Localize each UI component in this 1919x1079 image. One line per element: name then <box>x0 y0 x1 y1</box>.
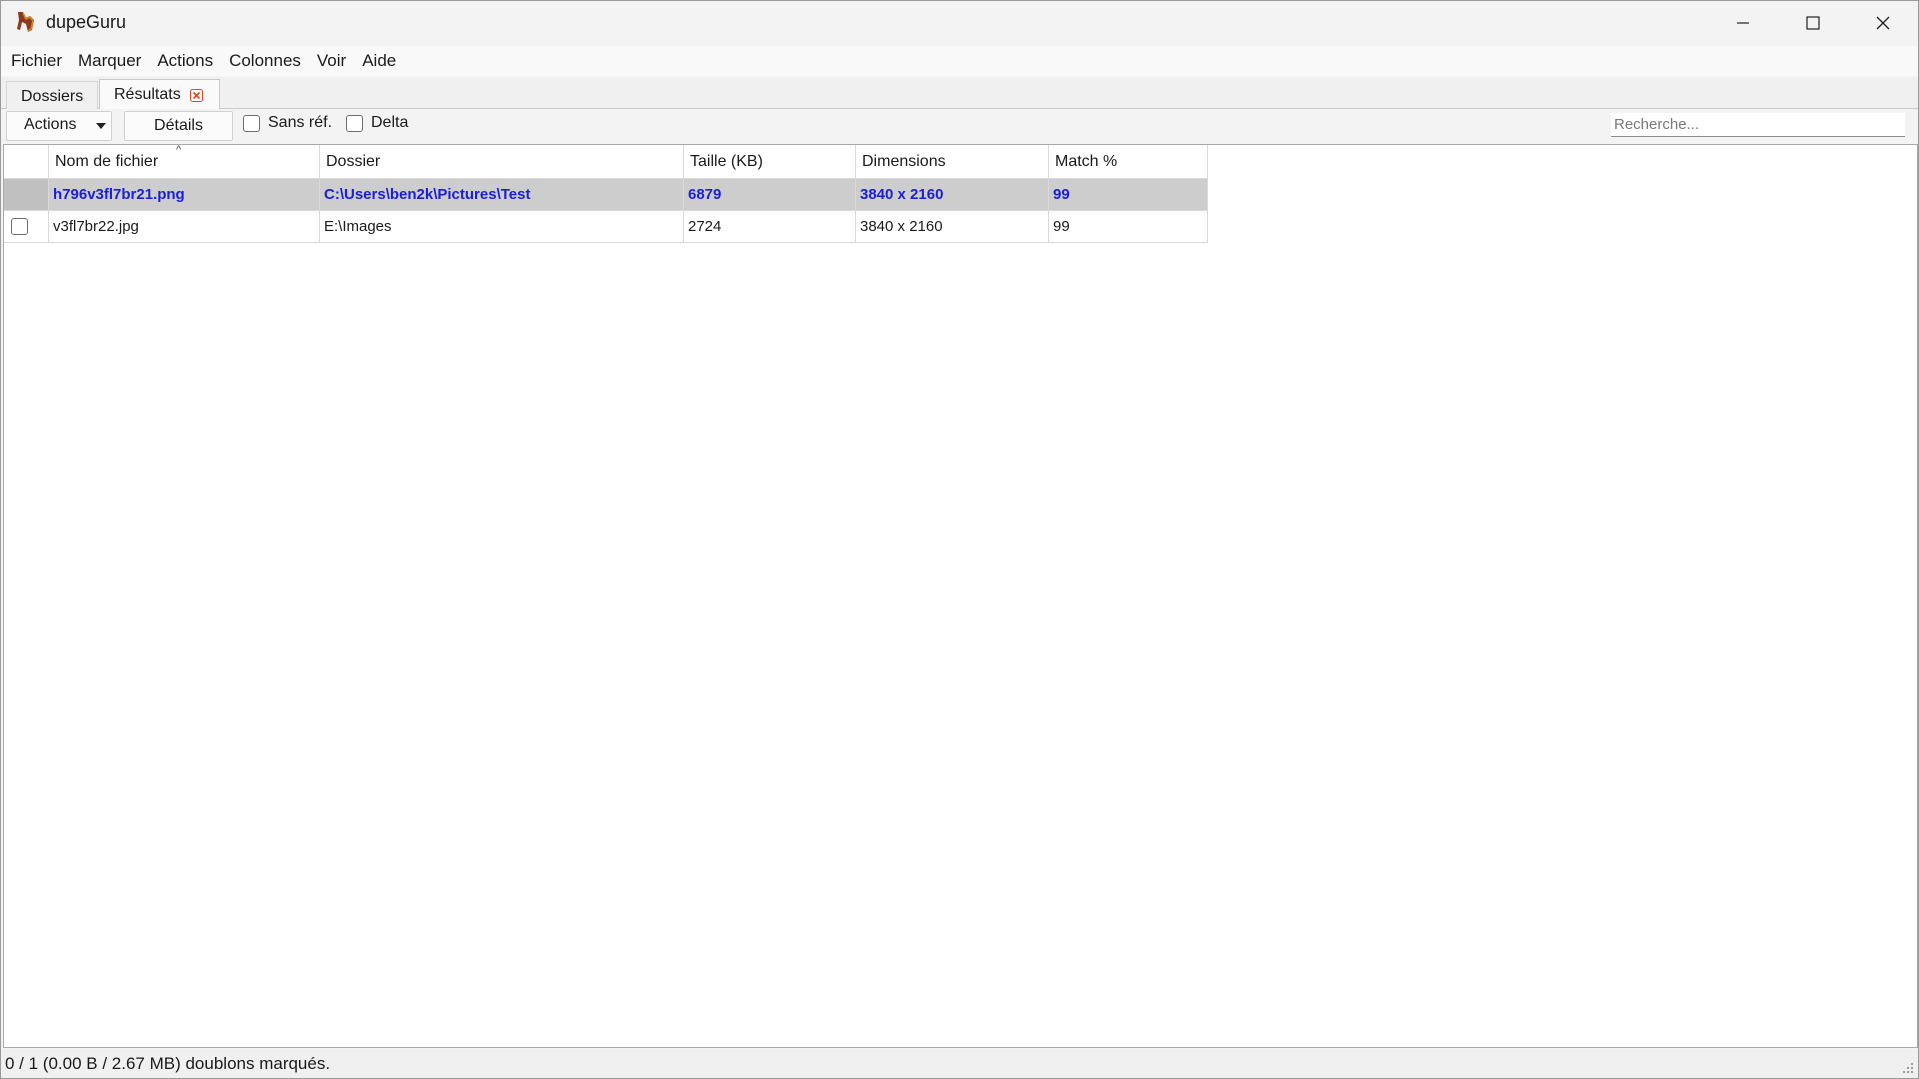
sans-ref-label: Sans réf. <box>268 114 333 131</box>
dupeguru-logo-icon <box>17 12 34 32</box>
row-checkbox[interactable] <box>11 218 28 235</box>
cell-size: 6879 <box>683 178 856 211</box>
cell-dimensions: 3840 x 2160 <box>855 210 1049 243</box>
actions-dropdown-label: Actions <box>24 116 77 133</box>
cell-name: h796v3fl7br21.png <box>48 178 320 211</box>
sans-ref-checkbox[interactable] <box>243 114 260 132</box>
header-dossier-label: Dossier <box>326 152 381 170</box>
tab-dossiers-label: Dossiers <box>21 88 84 105</box>
header-taille-label: Taille (KB) <box>690 152 763 170</box>
delta-label: Delta <box>371 114 409 131</box>
actions-dropdown[interactable]: Actions <box>6 111 112 141</box>
menu-voir[interactable]: Voir <box>309 46 354 76</box>
table-row-reference[interactable]: h796v3fl7br21.png C:\Users\ben2k\Picture… <box>4 178 1208 211</box>
close-icon <box>1876 16 1890 30</box>
cell-folder: E:\Images <box>319 210 684 243</box>
menu-marquer[interactable]: Marquer <box>70 46 149 76</box>
table-row[interactable]: v3fl7br22.jpg E:\Images 2724 3840 x 2160… <box>4 210 1208 243</box>
maximize-icon <box>1806 16 1820 30</box>
tab-resultats-label: Résultats <box>114 86 181 103</box>
sans-ref-option[interactable]: Sans réf. <box>243 114 332 132</box>
sort-ascending-icon: ^ <box>176 144 182 156</box>
minimize-button[interactable] <box>1708 1 1778 45</box>
status-bar: 0 / 1 (0.00 B / 2.67 MB) doublons marqué… <box>1 1049 1918 1078</box>
resize-grip-icon[interactable] <box>1902 1062 1914 1074</box>
dropdown-caret-icon <box>96 123 106 129</box>
cell-dimensions: 3840 x 2160 <box>855 178 1049 211</box>
header-checkbox-column[interactable] <box>4 145 49 179</box>
menu-aide[interactable]: Aide <box>354 46 404 76</box>
header-dossier[interactable]: Dossier <box>319 145 684 179</box>
cell-folder: C:\Users\ben2k\Pictures\Test <box>319 178 684 211</box>
delta-checkbox[interactable] <box>346 114 363 132</box>
menu-bar: Fichier Marquer Actions Colonnes Voir Ai… <box>1 46 1918 76</box>
results-table-area: ^ Nom de fichier Dossier Taille (KB) Dim… <box>3 144 1918 1048</box>
cell-match: 99 <box>1048 210 1208 243</box>
header-nom-de-fichier-label: Nom de fichier <box>55 152 159 170</box>
tab-dossiers[interactable]: Dossiers <box>6 81 99 109</box>
cell-name: v3fl7br22.jpg <box>48 210 320 243</box>
row-checkbox-cell <box>4 210 49 243</box>
results-toolbar: Actions Détails Sans réf. Delta <box>1 109 1918 143</box>
tab-resultats[interactable]: Résultats <box>99 79 220 111</box>
window-title: dupeGuru <box>46 12 127 32</box>
menu-actions[interactable]: Actions <box>149 46 221 76</box>
tab-bar: Dossiers Résultats <box>1 77 1918 111</box>
menu-colonnes[interactable]: Colonnes <box>221 46 309 76</box>
cell-size: 2724 <box>683 210 856 243</box>
minimize-icon <box>1737 22 1749 24</box>
close-button[interactable] <box>1848 1 1918 45</box>
menu-fichier[interactable]: Fichier <box>1 46 70 76</box>
header-dimensions-label: Dimensions <box>862 152 946 170</box>
app-window: dupeGuru Fichier Marquer Actions Colonne… <box>0 0 1919 1079</box>
header-dimensions[interactable]: Dimensions <box>855 145 1049 179</box>
table-header-row: ^ Nom de fichier Dossier Taille (KB) Dim… <box>4 144 1208 179</box>
maximize-button[interactable] <box>1778 1 1848 45</box>
header-match-label: Match % <box>1055 152 1118 170</box>
results-table: ^ Nom de fichier Dossier Taille (KB) Dim… <box>4 144 1208 243</box>
details-button[interactable]: Détails <box>124 111 233 141</box>
header-match[interactable]: Match % <box>1048 145 1208 179</box>
header-nom-de-fichier[interactable]: ^ Nom de fichier <box>48 144 320 179</box>
cell-match: 99 <box>1048 178 1208 211</box>
title-bar: dupeGuru <box>1 1 1918 45</box>
tab-close-icon[interactable] <box>189 89 203 102</box>
header-taille[interactable]: Taille (KB) <box>683 145 856 179</box>
search-input[interactable] <box>1611 113 1905 137</box>
status-text: 0 / 1 (0.00 B / 2.67 MB) doublons marqué… <box>5 1054 331 1073</box>
row-checkbox-cell <box>4 178 49 211</box>
delta-option[interactable]: Delta <box>346 114 408 132</box>
